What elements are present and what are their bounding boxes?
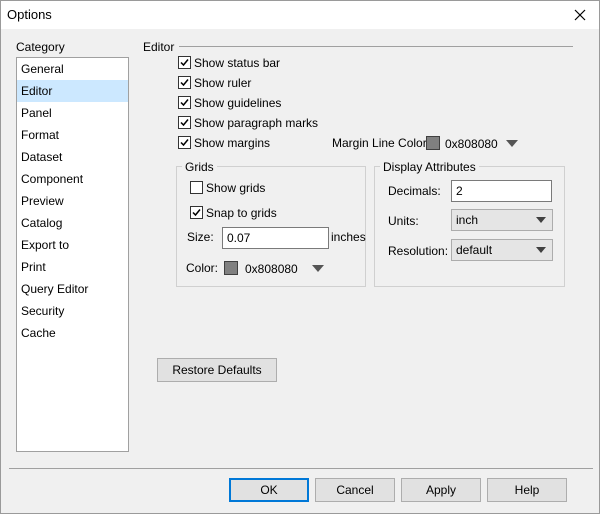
category-item-dataset[interactable]: Dataset [17, 146, 128, 168]
close-icon [574, 9, 586, 20]
title-bar: Options [1, 1, 599, 29]
category-item-preview[interactable]: Preview [17, 190, 128, 212]
checkmark-icon [180, 139, 189, 147]
margin-line-color-swatch[interactable] [426, 136, 440, 150]
show-grids-checkbox[interactable] [190, 181, 203, 194]
grid-color-dropdown-icon[interactable] [312, 265, 324, 272]
show-status-bar-checkbox[interactable] [178, 56, 191, 69]
editor-section-label: Editor [143, 40, 175, 54]
category-item-format[interactable]: Format [17, 124, 128, 146]
show-guidelines-checkbox[interactable] [178, 96, 191, 109]
show-guidelines-label: Show guidelines [194, 96, 282, 110]
show-grids-label: Show grids [206, 181, 266, 195]
resolution-select-value: default [456, 243, 493, 257]
grid-size-input[interactable]: 0.07 [222, 227, 329, 249]
grid-color-label: Color: [186, 261, 219, 275]
category-item-query-editor[interactable]: Query Editor [17, 278, 128, 300]
units-label: Units: [388, 214, 419, 228]
decimals-input[interactable]: 2 [451, 180, 552, 202]
category-item-print[interactable]: Print [17, 256, 128, 278]
category-item-panel[interactable]: Panel [17, 102, 128, 124]
show-ruler-label: Show ruler [194, 76, 252, 90]
checkmark-icon [180, 119, 189, 127]
grid-size-label: Size: [187, 230, 214, 244]
category-label: Category [16, 40, 65, 54]
category-item-catalog[interactable]: Catalog [17, 212, 128, 234]
decimals-label: Decimals: [388, 184, 441, 198]
bottom-separator [9, 468, 593, 469]
margin-line-color-value: 0x808080 [445, 137, 498, 151]
category-item-editor[interactable]: Editor [17, 80, 128, 102]
snap-to-grids-label: Snap to grids [206, 206, 277, 220]
show-margins-checkbox[interactable] [178, 136, 191, 149]
margin-line-color-label: Margin Line Color: [332, 136, 431, 150]
editor-separator [179, 46, 573, 47]
show-margins-label: Show margins [194, 136, 271, 150]
show-paragraph-marks-label: Show paragraph marks [194, 116, 319, 130]
grid-color-swatch[interactable] [224, 261, 238, 275]
checkmark-icon [180, 59, 189, 67]
options-dialog: Options Category General Editor Panel Fo… [0, 0, 600, 514]
grids-group-title: Grids [182, 160, 217, 174]
chevron-down-icon [536, 247, 546, 253]
resolution-select[interactable]: default [451, 239, 553, 261]
apply-button[interactable]: Apply [401, 478, 481, 502]
display-attributes-group-title: Display Attributes [380, 160, 479, 174]
help-button[interactable]: Help [487, 478, 567, 502]
show-ruler-checkbox[interactable] [178, 76, 191, 89]
margin-line-color-dropdown-icon[interactable] [506, 140, 518, 147]
close-button[interactable] [563, 1, 597, 28]
units-select-value: inch [456, 213, 479, 227]
category-list[interactable]: General Editor Panel Format Dataset Comp… [16, 57, 129, 452]
category-item-component[interactable]: Component [17, 168, 128, 190]
chevron-down-icon [536, 217, 546, 223]
restore-defaults-button[interactable]: Restore Defaults [157, 358, 277, 382]
checkmark-icon [180, 79, 189, 87]
units-select[interactable]: inch [451, 209, 553, 231]
grid-size-unit: inches [331, 230, 366, 244]
window-title: Options [7, 7, 52, 22]
checkmark-icon [180, 99, 189, 107]
category-item-security[interactable]: Security [17, 300, 128, 322]
ok-button[interactable]: OK [229, 478, 309, 502]
category-item-export-to[interactable]: Export to [17, 234, 128, 256]
category-item-cache[interactable]: Cache [17, 322, 128, 344]
checkmark-icon [192, 209, 201, 217]
grid-color-value: 0x808080 [245, 262, 298, 276]
category-item-general[interactable]: General [17, 58, 128, 80]
show-paragraph-marks-checkbox[interactable] [178, 116, 191, 129]
resolution-label: Resolution: [388, 244, 449, 258]
cancel-button[interactable]: Cancel [315, 478, 395, 502]
snap-to-grids-checkbox[interactable] [190, 206, 203, 219]
show-status-bar-label: Show status bar [194, 56, 281, 70]
